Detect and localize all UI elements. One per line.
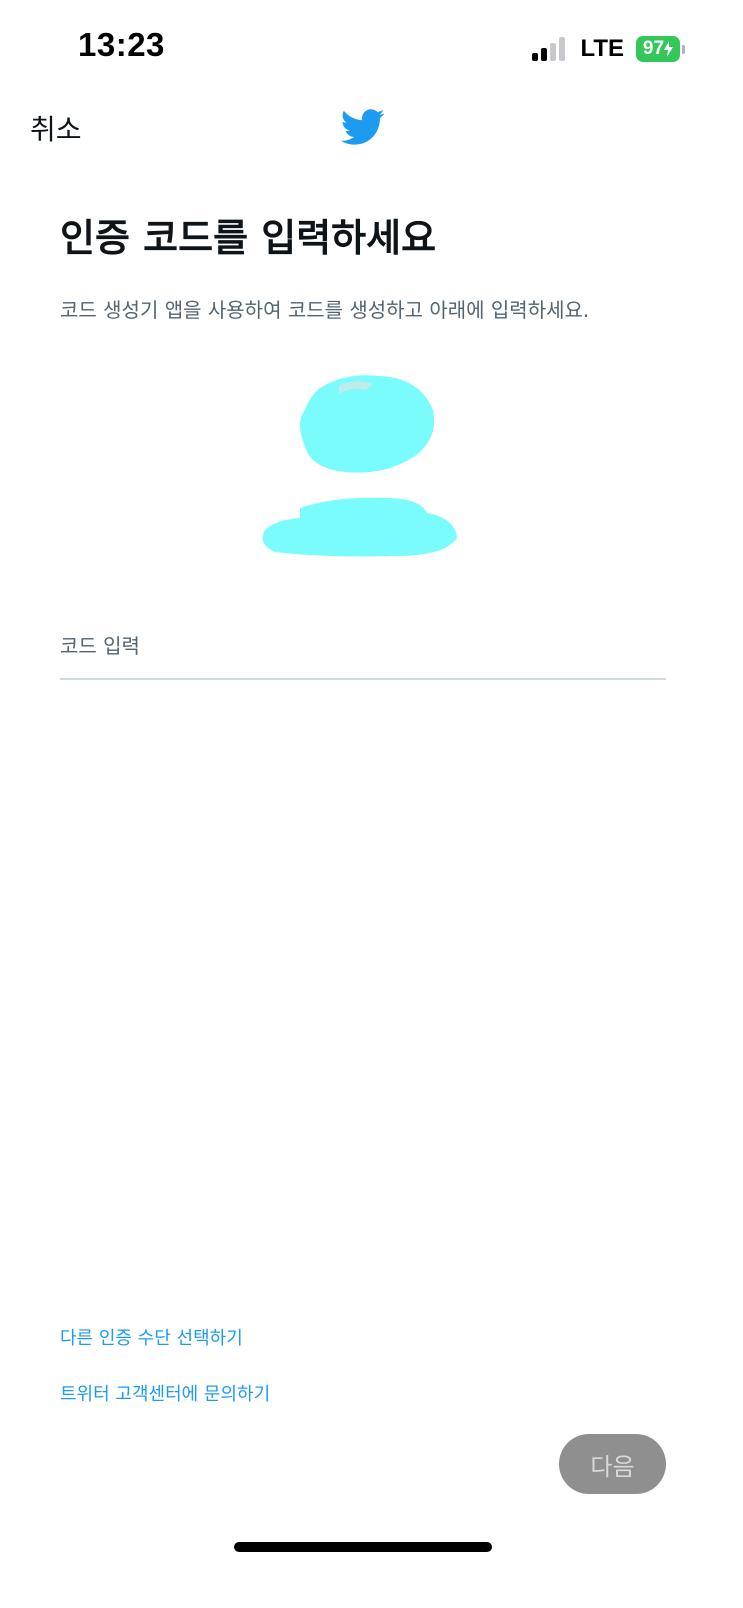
cellular-signal-icon (532, 37, 568, 61)
other-verification-method-link[interactable]: 다른 인증 수단 선택하기 (60, 1324, 243, 1350)
code-field[interactable] (60, 616, 666, 680)
page-subtitle: 코드 생성기 앱을 사용하여 코드를 생성하고 아래에 입력하세요. (60, 298, 590, 322)
code-input[interactable] (60, 616, 666, 676)
network-type: LTE (580, 35, 624, 62)
battery-level: 97 (642, 38, 665, 59)
page-title: 인증 코드를 입력하세요 (60, 216, 437, 260)
contact-support-link[interactable]: 트위터 고객센터에 문의하기 (60, 1380, 270, 1406)
twitter-bird-icon (340, 109, 385, 145)
next-button[interactable]: 다음 (559, 1434, 666, 1494)
home-indicator[interactable] (234, 1542, 492, 1552)
status-time: 13:23 (78, 26, 165, 63)
status-indicators: LTE 97 (532, 34, 685, 64)
redacted-qr-code (262, 375, 457, 557)
battery-icon: 97 (636, 36, 685, 62)
two-factor-code-screen: 13:23 LTE 97 취소 인증 코드를 입력하세요 코드 생성기 앱을 사… (0, 0, 743, 1608)
charging-bolt-icon (664, 41, 674, 57)
cancel-button[interactable]: 취소 (30, 108, 82, 148)
